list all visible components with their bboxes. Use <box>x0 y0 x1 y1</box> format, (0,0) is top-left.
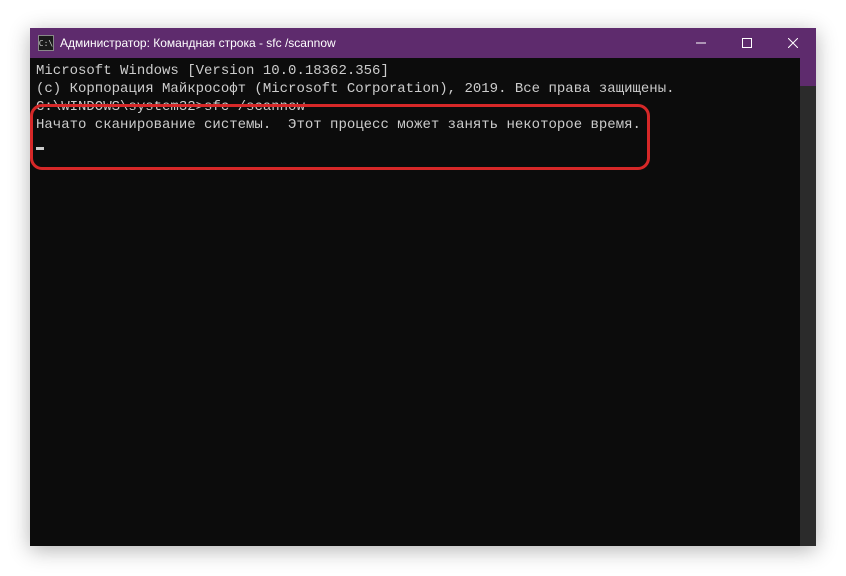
terminal-output[interactable]: Microsoft Windows [Version 10.0.18362.35… <box>30 58 816 546</box>
minimize-button[interactable] <box>678 28 724 58</box>
maximize-icon <box>742 38 752 48</box>
prompt-path: C:\WINDOWS\system32> <box>36 99 204 115</box>
cmd-window: C:\ Администратор: Командная строка - sf… <box>30 28 816 546</box>
vertical-scrollbar[interactable] <box>800 58 816 546</box>
prompt-line: C:\WINDOWS\system32>sfc /scannow <box>36 98 810 116</box>
window-controls <box>678 28 816 58</box>
cursor <box>36 147 44 150</box>
version-line: Microsoft Windows [Version 10.0.18362.35… <box>36 62 810 80</box>
maximize-button[interactable] <box>724 28 770 58</box>
scan-message: Начато сканирование системы. Этот процес… <box>36 116 810 134</box>
titlebar[interactable]: C:\ Администратор: Командная строка - sf… <box>30 28 816 58</box>
scrollbar-thumb[interactable] <box>800 58 816 86</box>
close-icon <box>788 38 798 48</box>
cmd-icon: C:\ <box>38 35 54 51</box>
window-title: Администратор: Командная строка - sfc /s… <box>60 36 678 50</box>
close-button[interactable] <box>770 28 816 58</box>
minimize-icon <box>696 38 706 48</box>
copyright-line: (с) Корпорация Майкрософт (Microsoft Cor… <box>36 80 810 98</box>
command-text: sfc /scannow <box>204 99 305 115</box>
